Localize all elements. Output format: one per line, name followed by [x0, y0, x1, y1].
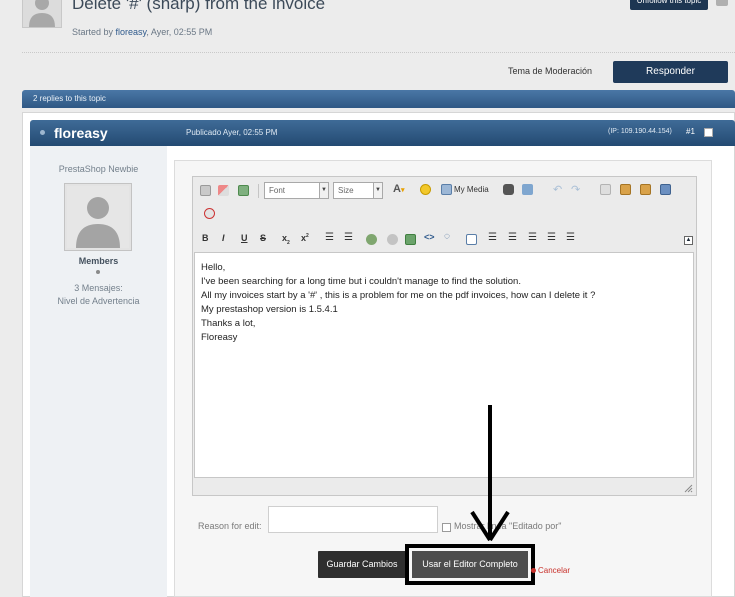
divider: [22, 52, 735, 55]
started-by-prefix: Started by: [72, 27, 114, 37]
copy-icon[interactable]: [600, 184, 611, 195]
moderation-menu[interactable]: Tema de Moderación: [508, 66, 592, 76]
smiley-icon[interactable]: [420, 184, 431, 195]
outdent-icon[interactable]: ☰: [508, 232, 517, 243]
quote-icon[interactable]: ◌: [444, 231, 450, 242]
post-date: Publicado Ayer, 02:55 PM: [186, 128, 278, 137]
online-status-icon: [40, 130, 45, 135]
collapse-toolbar-icon[interactable]: ▲: [684, 236, 693, 245]
remove-format-icon[interactable]: [204, 208, 215, 219]
indent-icon[interactable]: ☰: [488, 232, 497, 243]
superscript-button[interactable]: x2: [301, 233, 309, 243]
align-right-icon[interactable]: ☰: [566, 232, 575, 243]
italic-button[interactable]: I: [222, 233, 225, 243]
chevron-down-icon: ▼: [373, 183, 382, 198]
text-color-icon[interactable]: A▾: [393, 183, 404, 195]
rss-icon[interactable]: [716, 0, 728, 6]
post-ip[interactable]: (IP: 109.190.44.154): [608, 128, 672, 135]
post-number[interactable]: #1: [686, 127, 695, 136]
subscript-button[interactable]: x2: [282, 233, 290, 246]
cancel-icon: [531, 568, 536, 573]
strikethrough-button[interactable]: S: [260, 233, 266, 243]
author-group: Members: [78, 256, 119, 266]
image-icon[interactable]: [405, 234, 416, 245]
author-avatar[interactable]: [64, 183, 132, 251]
underline-button[interactable]: U: [241, 233, 248, 243]
body-line: I've been searching for a long time but …: [201, 276, 521, 287]
align-left-icon[interactable]: ☰: [528, 232, 537, 243]
toolbar-separator: [258, 184, 259, 198]
size-select[interactable]: Size ▼: [333, 182, 383, 199]
numbered-list-icon[interactable]: ☰: [344, 232, 353, 243]
paste-special-icon[interactable]: [660, 184, 671, 195]
size-select-value: Size: [338, 186, 354, 195]
show-edited-by-checkbox[interactable]: [442, 523, 451, 532]
post-select-checkbox[interactable]: [704, 128, 713, 137]
code-icon[interactable]: <>: [424, 232, 435, 242]
topic-date: , Ayer, 02:55 PM: [146, 27, 213, 37]
topic-starter-avatar[interactable]: [22, 0, 62, 28]
annotation-arrow-icon: [470, 405, 510, 542]
topic-author-link[interactable]: floreasy: [116, 27, 147, 37]
body-line: All my invoices start by a '#' , this is…: [201, 290, 596, 301]
paste-word-icon[interactable]: [640, 184, 651, 195]
font-select-value: Font: [269, 186, 286, 195]
unlink-icon[interactable]: [387, 234, 398, 245]
reason-input[interactable]: [268, 506, 438, 533]
replies-count-bar: 2 replies to this topic: [22, 90, 735, 108]
body-line: Hello,: [201, 262, 226, 273]
full-editor-button[interactable]: Usar el Editor Completo: [412, 551, 528, 578]
chevron-down-icon: ▼: [319, 183, 328, 198]
eraser-icon[interactable]: [218, 185, 229, 196]
bullet-list-icon[interactable]: ☰: [325, 232, 334, 243]
my-media-button[interactable]: My Media: [454, 185, 489, 194]
author-rank: PrestaShop Newbie: [58, 164, 139, 174]
binoculars-icon[interactable]: [503, 184, 514, 195]
font-select[interactable]: Font ▼: [264, 182, 329, 199]
resize-grip-icon[interactable]: [684, 484, 693, 493]
save-changes-button[interactable]: Guardar Cambios: [318, 551, 406, 578]
topic-title: Delete '#' (sharp) from the invoice: [72, 0, 326, 13]
author-message-count: 3 Mensajes:: [74, 283, 123, 293]
cancel-link[interactable]: Cancelar: [538, 566, 570, 575]
paste-icon[interactable]: [200, 185, 211, 196]
replace-icon[interactable]: [522, 184, 533, 195]
author-warning-level[interactable]: Nivel de Advertencia: [30, 296, 167, 306]
body-line: Thanks a lot,: [201, 318, 256, 329]
post-author-name[interactable]: floreasy: [54, 125, 108, 141]
editor-textarea[interactable]: Hello, I've been searching for a long ti…: [194, 252, 694, 478]
align-center-icon[interactable]: ☰: [547, 232, 556, 243]
source-icon[interactable]: [238, 185, 249, 196]
reply-button[interactable]: Responder: [613, 61, 728, 83]
paste-text-icon[interactable]: [620, 184, 631, 195]
redo-icon[interactable]: ↷: [571, 183, 580, 196]
topic-meta: Started by floreasy, Ayer, 02:55 PM: [72, 27, 212, 37]
undo-icon[interactable]: ↶: [553, 183, 562, 196]
link-icon[interactable]: [366, 234, 377, 245]
bullet-icon: [96, 270, 100, 274]
body-line: Floreasy: [201, 332, 238, 343]
spoiler-icon[interactable]: [466, 234, 477, 245]
body-line: My prestashop version is 1.5.4.1: [201, 304, 338, 315]
unfollow-topic-button[interactable]: Unfollow this topic: [630, 0, 708, 10]
bold-button[interactable]: B: [202, 233, 209, 243]
media-icon[interactable]: [441, 184, 452, 195]
reason-label: Reason for edit:: [198, 521, 262, 531]
